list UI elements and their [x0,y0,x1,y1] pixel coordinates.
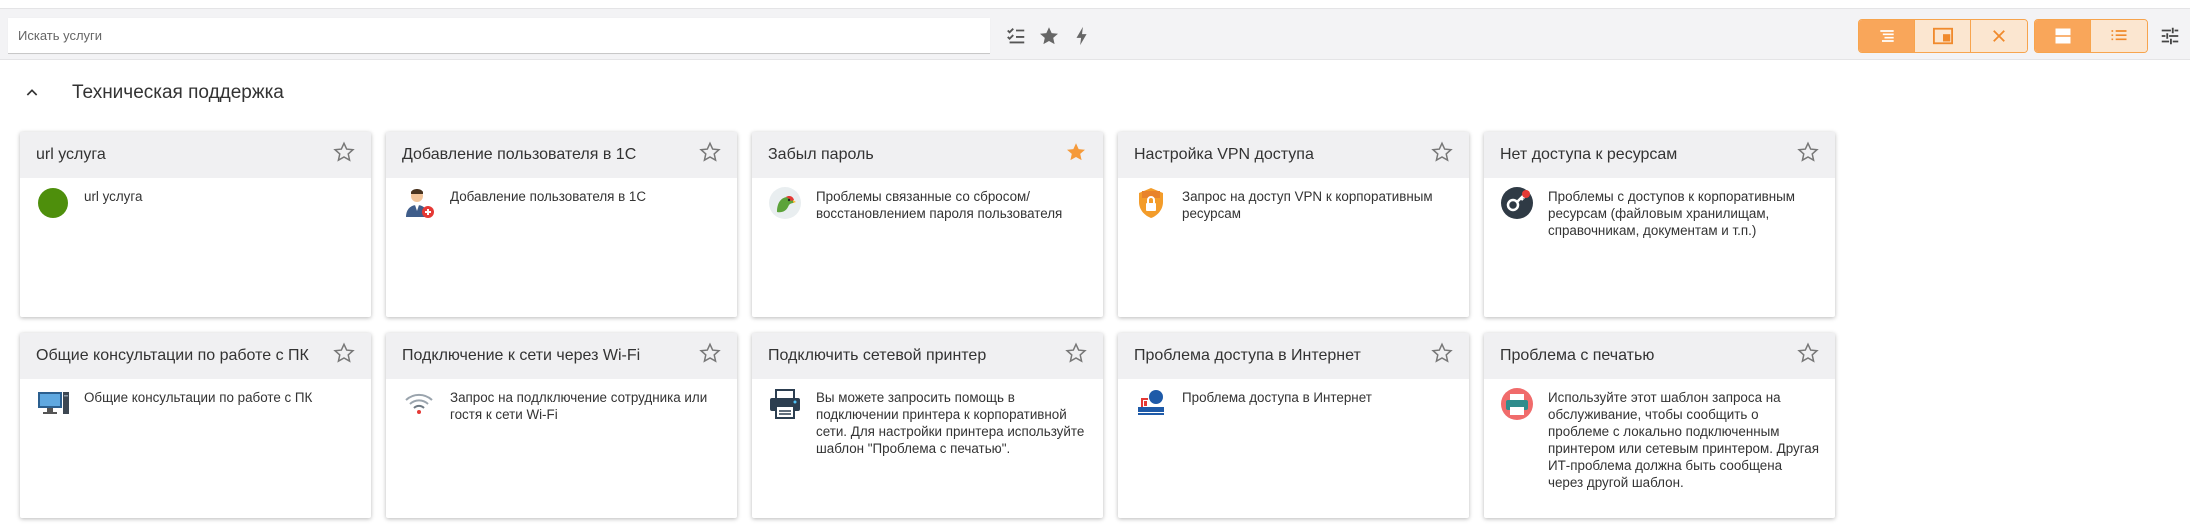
section-title: Техническая поддержка [72,82,284,103]
star-outline-icon[interactable] [1431,141,1453,163]
service-card-pc-consult[interactable]: Общие консультации по работе с ПК Общие … [20,333,371,518]
sliders-icon[interactable] [2157,23,2183,49]
section-header: Техническая поддержка [20,78,284,108]
close-icon [1993,30,2005,42]
star-outline-icon[interactable] [333,141,355,163]
wifi-icon [402,387,436,421]
star-outline-icon[interactable] [333,342,355,364]
service-card-forgot-password[interactable]: Забыл пароль Проблемы связанные со сброс… [752,132,1103,317]
computer-icon [36,387,70,421]
service-card-add-user-1c[interactable]: Добавление пользователя в 1С Добавление … [386,132,737,317]
card-title: Проблема с печатью [1500,347,1655,364]
star-filled-icon[interactable] [1065,141,1087,163]
card-view-button[interactable] [2035,20,2091,52]
card-description: Проблемы связанные со сбросом/восстановл… [816,189,1063,221]
service-card-vpn[interactable]: Настройка VPN доступа Запрос на доступ V… [1118,132,1469,317]
service-card-network-printer[interactable]: Подключить сетевой принтер Вы можете зап… [752,333,1103,518]
star-outline-icon[interactable] [1797,342,1819,364]
card-description: Общие консультации по работе с ПК [84,390,313,405]
card-title: Подключить сетевой принтер [768,347,987,364]
compact-list-icon [2111,30,2127,41]
card-description: Проблемы с доступов к корпоративным ресу… [1548,189,1796,238]
card-description: Запрос на доступ VPN к корпоративным рес… [1182,189,1433,221]
printer-icon [1500,387,1534,421]
close-view-button[interactable] [1971,20,2027,52]
card-title: Общие консультации по работе с ПК [36,347,309,364]
card-title: Забыл пароль [768,146,874,163]
search-input[interactable] [8,18,990,53]
toolbar [0,8,2190,60]
card-title: Проблема доступа в Интернет [1134,347,1361,364]
key-access-icon [1500,186,1534,220]
star-outline-icon[interactable] [1431,342,1453,364]
search-box[interactable] [8,18,990,54]
card-title: Подключение к сети через Wi-Fi [402,347,641,364]
internet-access-icon [1134,387,1168,421]
service-card-printing[interactable]: Проблема с печатью Используйте этот шабл… [1484,333,1835,518]
card-description: Добавление пользователя в 1С [450,189,647,204]
list-view-icon [1879,30,1894,42]
service-card-no-access[interactable]: Нет доступа к ресурсам Проблемы с доступ… [1484,132,1835,317]
card-title: Добавление пользователя в 1С [402,146,637,163]
parrot-icon [768,186,802,220]
network-printer-icon [768,387,802,421]
card-description: url услуга [84,189,143,204]
star-outline-icon[interactable] [699,342,721,364]
service-card-url[interactable]: url услуга url услуга [20,132,371,317]
star-outline-icon[interactable] [699,141,721,163]
popup-view-button[interactable] [1915,20,1971,52]
card-description: Используйте этот шаблон запроса на обслу… [1548,390,1820,490]
card-description: Проблема доступа в Интернет [1182,390,1372,405]
popup-view-icon [1932,27,1953,45]
green-circle-icon [36,186,70,220]
card-title: Нет доступа к ресурсам [1500,146,1678,163]
star-outline-icon[interactable] [1797,141,1819,163]
card-view-icon [2055,28,2070,44]
chevron-up-icon [26,89,38,96]
service-card-internet[interactable]: Проблема доступа в Интернет Проблема дос… [1118,333,1469,518]
list-view-button[interactable] [1859,20,1915,52]
compact-list-button[interactable] [2091,20,2147,52]
card-title: Настройка VPN доступа [1134,146,1314,163]
star-filter-icon[interactable] [1036,23,1062,49]
star-outline-icon[interactable] [1065,342,1087,364]
service-card-wifi[interactable]: Подключение к сети через Wi-Fi Запрос на… [386,333,737,518]
vpn-shield-icon [1134,186,1168,220]
flash-icon[interactable] [1069,23,1095,49]
view-group-2 [2034,19,2148,53]
add-user-icon [402,186,436,220]
card-description: Запрос на подлключение сотрудника или го… [450,390,708,422]
card-title: url услуга [36,146,106,163]
view-group-1 [1858,19,2028,53]
checklist-icon[interactable] [1003,23,1029,49]
collapse-button[interactable] [20,81,44,105]
card-description: Вы можете запросить помощь в подключении… [816,390,1085,456]
